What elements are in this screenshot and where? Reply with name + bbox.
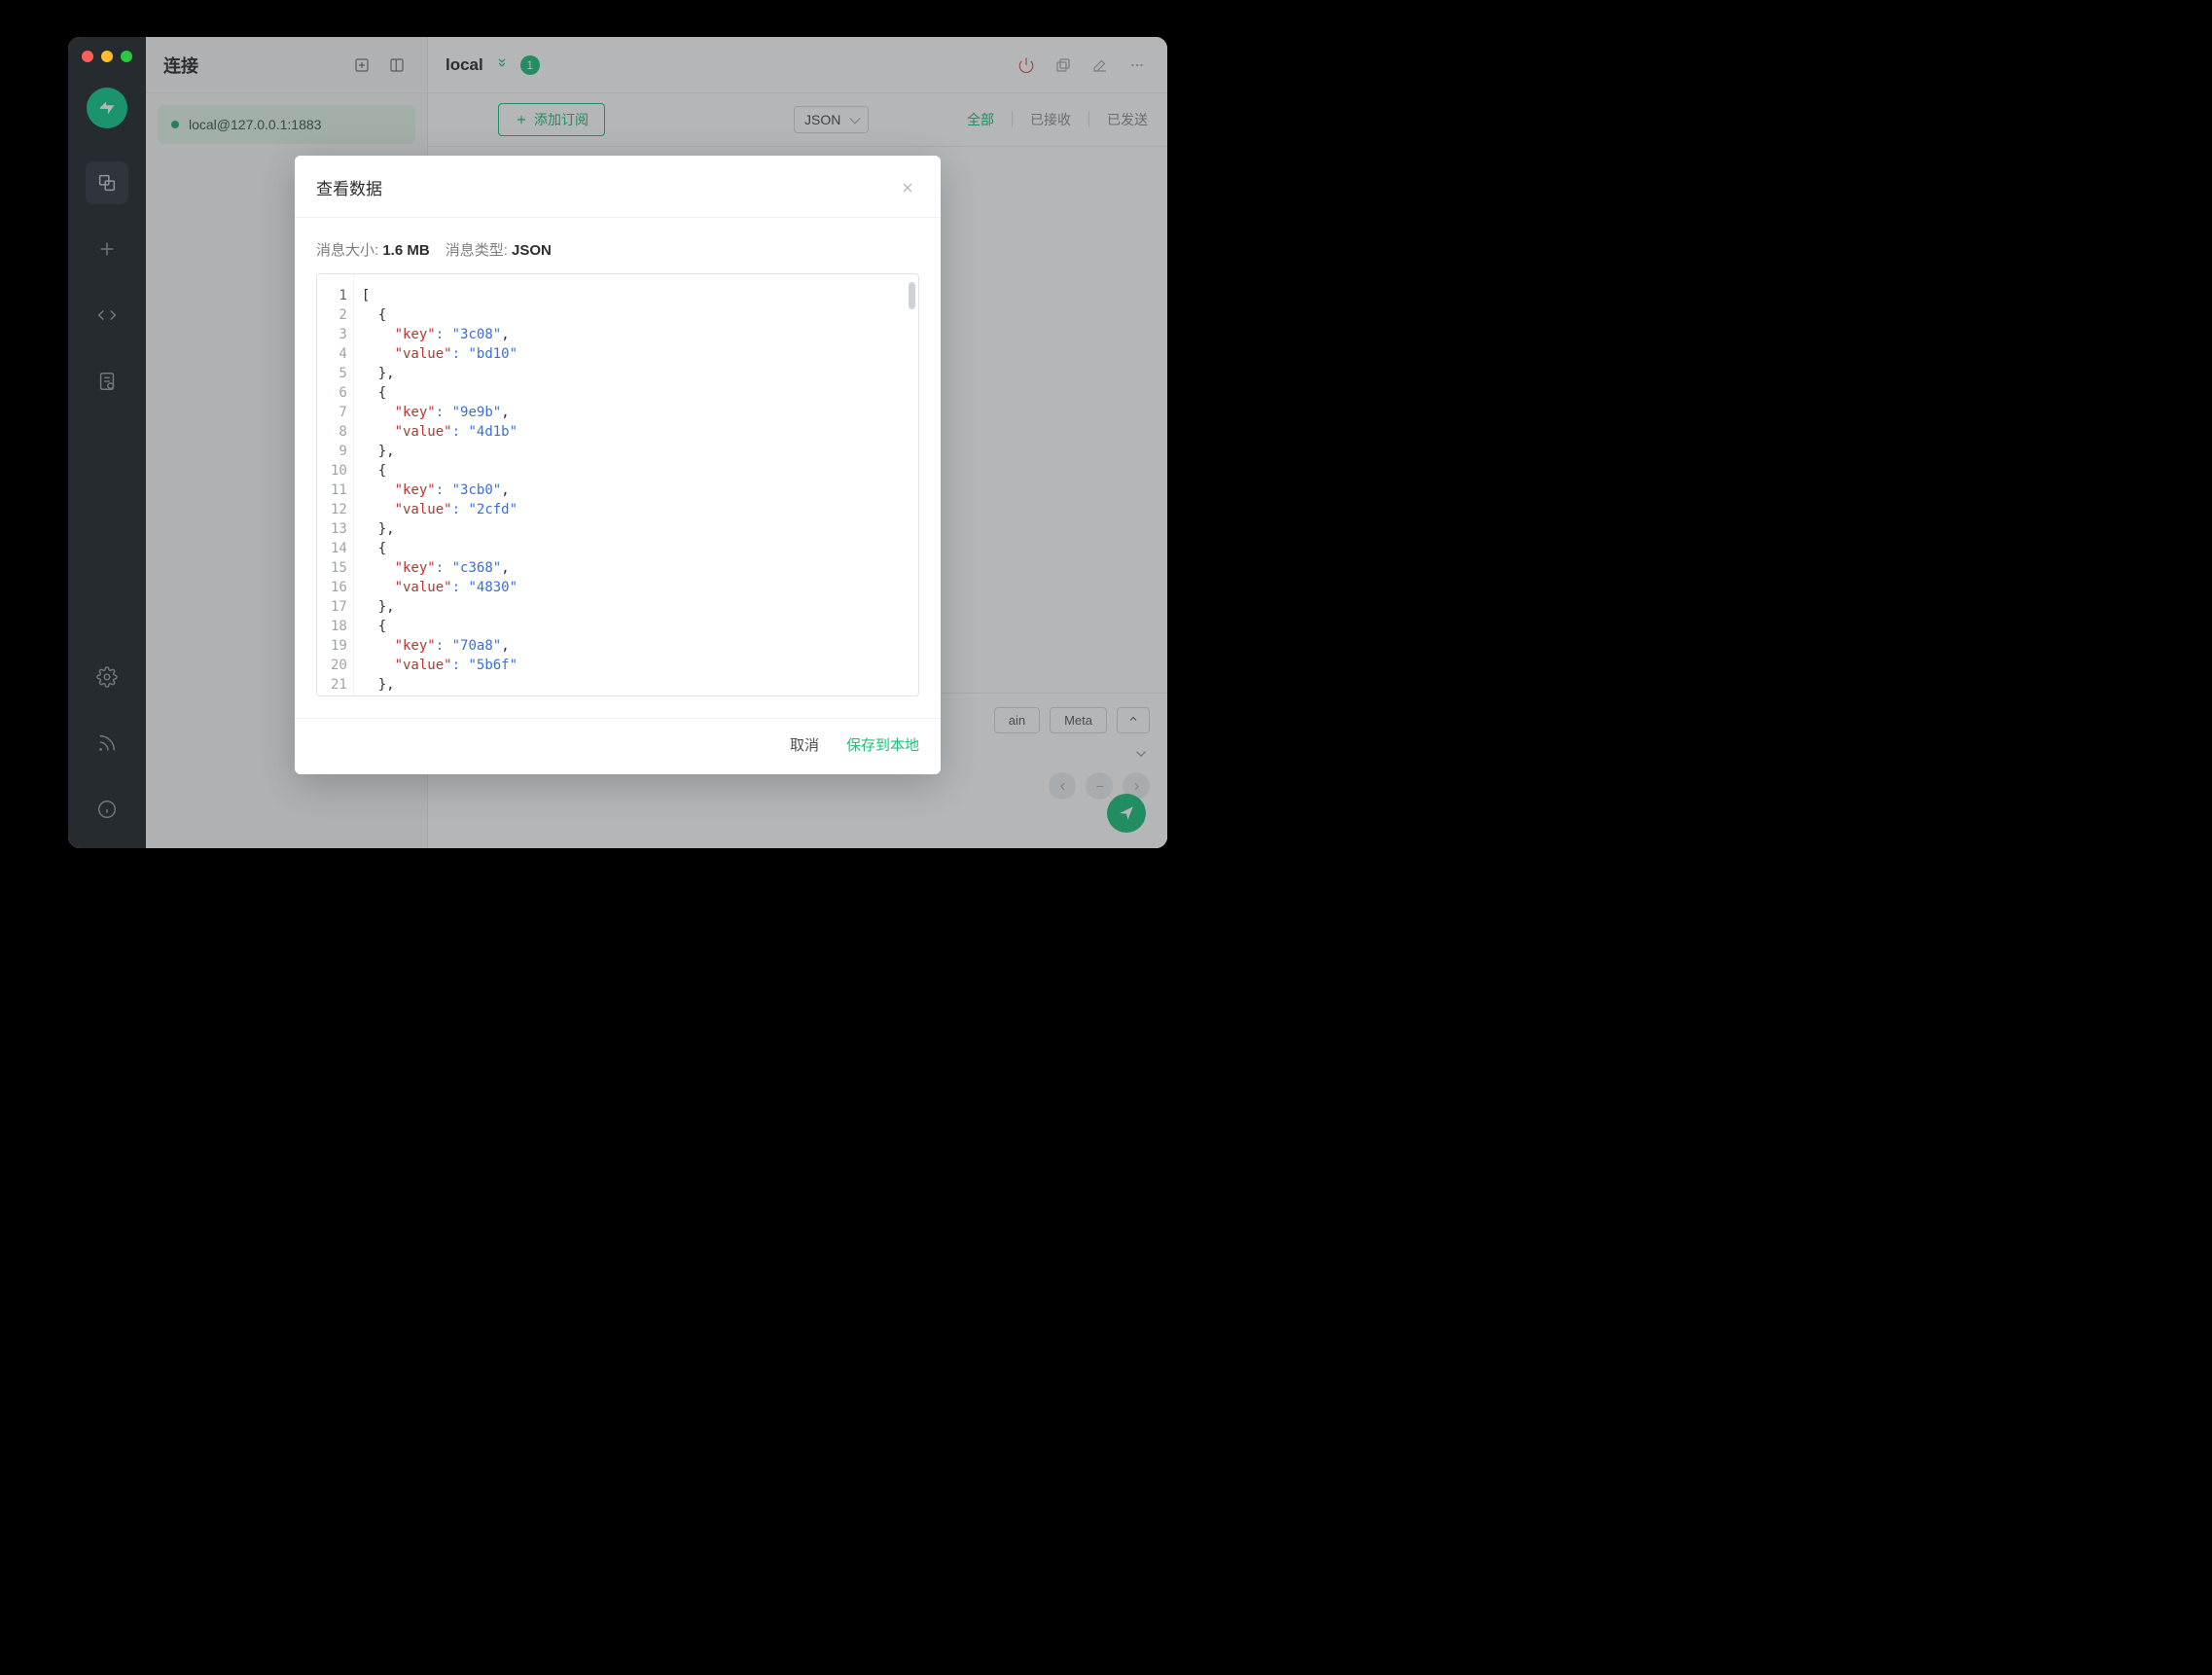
- window-minimize-icon[interactable]: [101, 51, 113, 62]
- message-size-label: 消息大小:: [316, 242, 378, 259]
- modal-overlay[interactable]: 查看数据 消息大小: 1.6 MB 消息类型: JSON 12345678910…: [68, 37, 1167, 848]
- save-local-button[interactable]: 保存到本地: [846, 734, 919, 755]
- modal-close-icon[interactable]: [896, 176, 919, 199]
- view-data-modal: 查看数据 消息大小: 1.6 MB 消息类型: JSON 12345678910…: [295, 156, 941, 774]
- window-maximize-icon[interactable]: [121, 51, 132, 62]
- window-close-icon[interactable]: [82, 51, 93, 62]
- message-type-value: JSON: [512, 242, 552, 259]
- code-content: [ { "key": "3c08", "value": "bd10" }, { …: [354, 274, 918, 695]
- modal-title: 查看数据: [316, 175, 896, 199]
- scrollbar-thumb[interactable]: [909, 282, 915, 309]
- window-traffic-lights[interactable]: [82, 51, 132, 62]
- cancel-button[interactable]: 取消: [790, 734, 819, 755]
- line-gutter: 12345678910111213141516171819202122: [317, 274, 354, 695]
- message-type-label: 消息类型:: [446, 242, 508, 259]
- message-size-value: 1.6 MB: [382, 242, 429, 259]
- code-viewer[interactable]: 12345678910111213141516171819202122 [ { …: [316, 273, 919, 696]
